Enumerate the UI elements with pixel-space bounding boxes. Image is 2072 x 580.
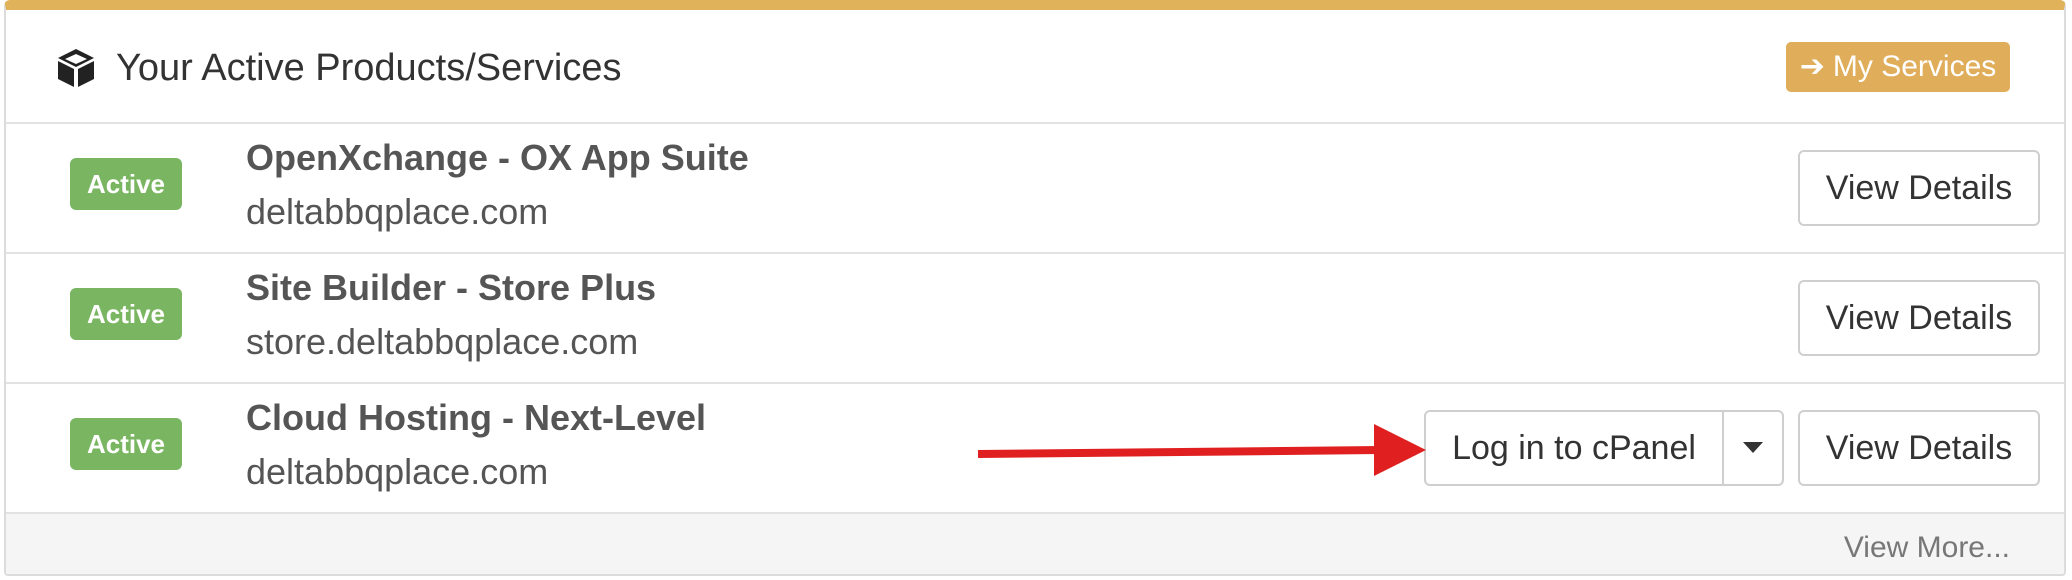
- annotation-arrow-icon: [977, 424, 1426, 476]
- status-badge: Active: [70, 158, 182, 210]
- product-name: OpenXchange - OX App Suite: [246, 137, 749, 178]
- panel-title: Your Active Products/Services: [116, 47, 622, 89]
- cube-icon: [54, 46, 98, 90]
- cpanel-button-group: Log in to cPanel: [1424, 410, 1784, 486]
- product-domain: deltabbqplace.com: [246, 191, 549, 232]
- status-badge: Active: [70, 288, 182, 340]
- arrow-right-icon: ➔: [1799, 50, 1825, 83]
- caret-down-icon: [1743, 442, 1763, 453]
- my-services-label: My Services: [1832, 50, 1997, 83]
- product-name: Site Builder - Store Plus: [246, 267, 657, 308]
- login-cpanel-button[interactable]: Log in to cPanel: [1426, 412, 1724, 484]
- status-badge: Active: [70, 418, 182, 470]
- product-domain: store.deltabbqplace.com: [246, 321, 639, 362]
- product-row-openxchange: Active OpenXchange - OX App Suite deltab…: [6, 124, 2064, 254]
- panel-footer: View More...: [6, 514, 2064, 574]
- view-details-button[interactable]: View Details: [1798, 280, 2040, 356]
- cpanel-dropdown-toggle[interactable]: [1724, 412, 1782, 484]
- view-details-button[interactable]: View Details: [1798, 410, 2040, 486]
- view-details-button[interactable]: View Details: [1798, 150, 2040, 226]
- panel-header: Your Active Products/Services ➔ My Servic…: [6, 10, 2064, 124]
- product-name: Cloud Hosting - Next-Level: [246, 397, 707, 438]
- product-domain: deltabbqplace.com: [246, 451, 549, 492]
- product-row-site-builder: Active Site Builder - Store Plus store.d…: [6, 254, 2064, 384]
- view-more-link[interactable]: View More...: [1844, 528, 2010, 568]
- my-services-button[interactable]: ➔ My Services: [1786, 42, 2010, 92]
